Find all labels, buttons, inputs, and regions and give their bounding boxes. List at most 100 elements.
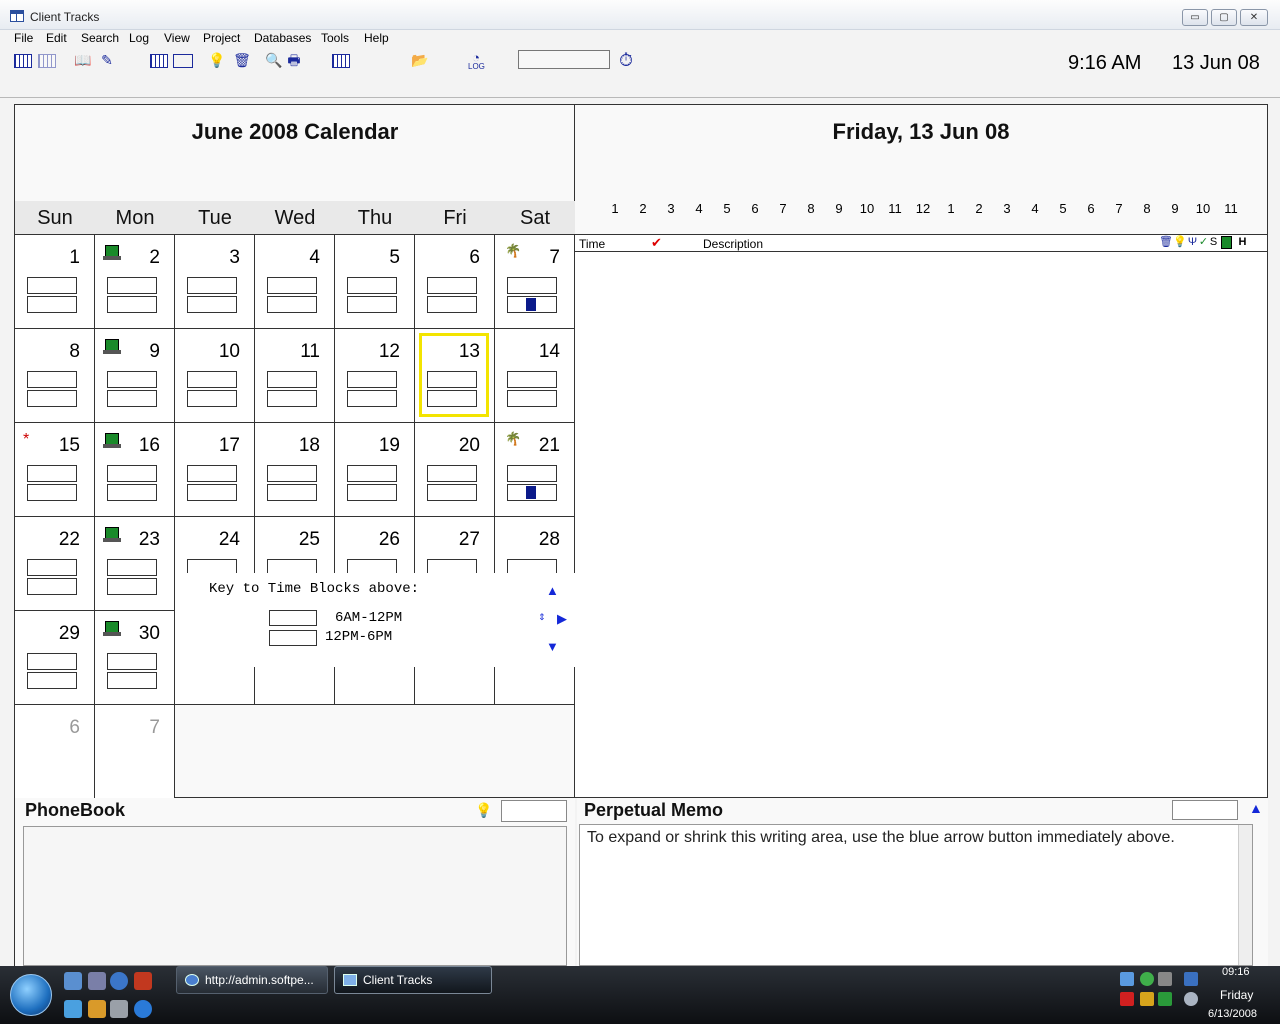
- antenna-icon[interactable]: Ψ: [1187, 236, 1198, 249]
- messenger-icon[interactable]: [110, 972, 128, 990]
- arrow-updown-icon[interactable]: ⇕: [538, 612, 546, 623]
- day-cell[interactable]: 17: [175, 423, 255, 517]
- time-block-afternoon[interactable]: [427, 484, 477, 501]
- time-block-afternoon[interactable]: [187, 296, 237, 313]
- day-cell[interactable]: 29: [15, 611, 95, 705]
- day-cell[interactable]: 23: [95, 517, 175, 611]
- time-block-morning[interactable]: [347, 371, 397, 388]
- tray-security-icon[interactable]: [1120, 992, 1134, 1006]
- day-cell[interactable]: 8: [15, 329, 95, 423]
- time-block-morning[interactable]: [267, 465, 317, 482]
- time-block-afternoon[interactable]: [107, 578, 157, 595]
- tray-settings-icon[interactable]: [1158, 972, 1172, 986]
- phonebook-icon[interactable]: 📖: [73, 50, 93, 70]
- print-icon[interactable]: 🖶: [284, 50, 304, 70]
- column-time[interactable]: Time: [579, 237, 605, 251]
- day-cell[interactable]: 🌴 21: [495, 423, 575, 517]
- time-block-afternoon[interactable]: [27, 578, 77, 595]
- day-cell[interactable]: 6: [415, 235, 495, 329]
- time-block-afternoon[interactable]: [187, 390, 237, 407]
- notepad-icon[interactable]: [64, 1000, 82, 1018]
- day-cell[interactable]: 12: [335, 329, 415, 423]
- day-cell[interactable]: 9: [95, 329, 175, 423]
- day-cell[interactable]: 6: [15, 705, 95, 799]
- menu-view[interactable]: View: [164, 31, 190, 45]
- day-cell[interactable]: 🌴 7: [495, 235, 575, 329]
- time-block-morning[interactable]: [427, 277, 477, 294]
- time-block-afternoon[interactable]: [107, 672, 157, 689]
- year-view-icon[interactable]: [38, 54, 56, 68]
- arrow-up-icon[interactable]: ▲: [546, 583, 559, 598]
- time-block-morning[interactable]: [267, 277, 317, 294]
- time-block-morning[interactable]: [27, 465, 77, 482]
- memo-text-area[interactable]: To expand or shrink this writing area, u…: [579, 824, 1253, 966]
- notes-icon[interactable]: ✎: [97, 50, 117, 70]
- time-block-morning[interactable]: [507, 277, 557, 294]
- time-block-afternoon[interactable]: [507, 484, 557, 501]
- grid-icon[interactable]: [1221, 236, 1232, 249]
- column-description[interactable]: Description: [703, 237, 763, 251]
- day-cell[interactable]: 11: [255, 329, 335, 423]
- time-block-afternoon[interactable]: [187, 484, 237, 501]
- shield-icon[interactable]: [1158, 992, 1172, 1006]
- menu-edit[interactable]: Edit: [46, 31, 67, 45]
- time-block-afternoon[interactable]: [347, 296, 397, 313]
- day-cell[interactable]: 10: [175, 329, 255, 423]
- lightbulb-icon[interactable]: 💡: [475, 802, 492, 819]
- time-block-afternoon[interactable]: [427, 296, 477, 313]
- time-block-morning[interactable]: [107, 465, 157, 482]
- time-block-morning[interactable]: [187, 277, 237, 294]
- show-desktop-icon[interactable]: [64, 972, 82, 990]
- menu-search[interactable]: Search: [81, 31, 119, 45]
- day-cell[interactable]: 2: [95, 235, 175, 329]
- day-cell[interactable]: 5: [335, 235, 415, 329]
- week-view-icon[interactable]: [150, 54, 168, 68]
- menu-databases[interactable]: Databases: [254, 31, 311, 45]
- volume-icon[interactable]: [1184, 992, 1198, 1006]
- tool-icon[interactable]: [88, 1000, 106, 1018]
- tray-tool-icon[interactable]: [1140, 992, 1154, 1006]
- internet-explorer-icon[interactable]: [134, 1000, 152, 1018]
- time-block-afternoon[interactable]: [507, 390, 557, 407]
- time-block-afternoon[interactable]: [427, 390, 477, 407]
- day-cell[interactable]: 19: [335, 423, 415, 517]
- arrow-down-icon[interactable]: ▼: [546, 639, 559, 654]
- day-cell[interactable]: 7: [95, 705, 175, 799]
- time-block-morning[interactable]: [107, 371, 157, 388]
- day-cell[interactable]: 16: [95, 423, 175, 517]
- time-block-morning[interactable]: [187, 465, 237, 482]
- day-cell[interactable]: 4: [255, 235, 335, 329]
- time-block-morning[interactable]: [427, 371, 477, 388]
- time-block-morning[interactable]: [107, 653, 157, 670]
- time-block-afternoon[interactable]: [347, 484, 397, 501]
- month-view-icon[interactable]: [14, 54, 32, 68]
- network-icon[interactable]: [1184, 972, 1198, 986]
- time-block-morning[interactable]: [507, 371, 557, 388]
- time-block-morning[interactable]: [27, 277, 77, 294]
- lightbulb-icon[interactable]: 💡: [1173, 236, 1187, 249]
- time-block-morning[interactable]: [267, 371, 317, 388]
- trash-icon[interactable]: 🗑: [232, 50, 252, 70]
- time-block-morning[interactable]: [27, 371, 77, 388]
- menu-help[interactable]: Help: [364, 31, 389, 45]
- column-s[interactable]: S: [1208, 236, 1219, 249]
- time-block-morning[interactable]: [27, 559, 77, 576]
- task-browser[interactable]: http://admin.softpe...: [176, 966, 328, 994]
- minimize-button[interactable]: ▭: [1182, 9, 1208, 26]
- trash-icon[interactable]: 🗑: [1159, 236, 1173, 249]
- time-block-afternoon[interactable]: [107, 390, 157, 407]
- time-block-morning[interactable]: [347, 465, 397, 482]
- tray-time[interactable]: 09:16: [1222, 966, 1250, 978]
- time-block-afternoon[interactable]: [27, 296, 77, 313]
- day-cell[interactable]: 30: [95, 611, 175, 705]
- time-block-afternoon[interactable]: [267, 390, 317, 407]
- time-block-afternoon[interactable]: [507, 296, 557, 313]
- tray-status-icon[interactable]: [1140, 972, 1154, 986]
- task-client-tracks[interactable]: Client Tracks: [334, 966, 492, 994]
- day-cell[interactable]: 22: [15, 517, 95, 611]
- menu-tools[interactable]: Tools: [321, 31, 349, 45]
- time-block-morning[interactable]: [347, 277, 397, 294]
- time-block-morning[interactable]: [187, 371, 237, 388]
- time-block-afternoon[interactable]: [27, 390, 77, 407]
- phonebook-list[interactable]: [23, 826, 567, 966]
